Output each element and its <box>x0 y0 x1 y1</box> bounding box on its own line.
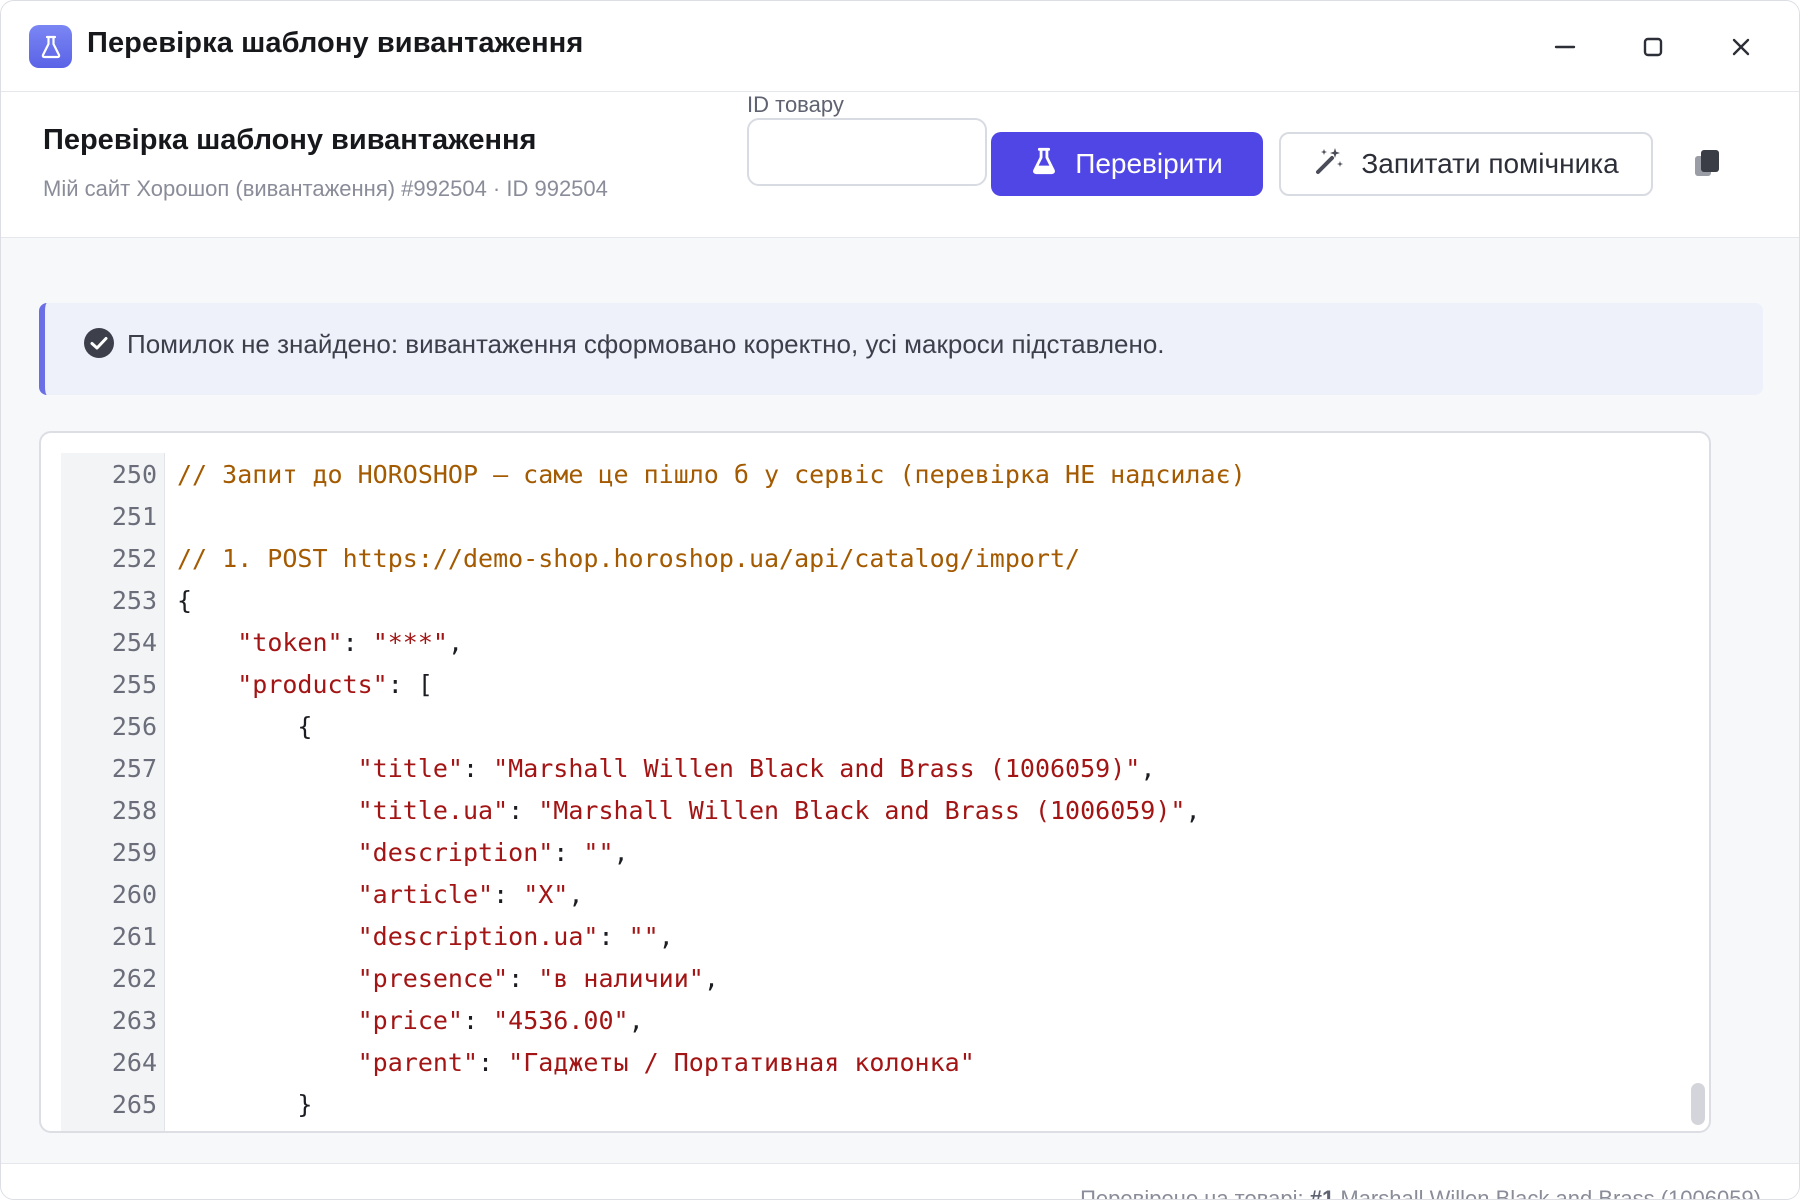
code-line: 259 "description": "", <box>61 831 1681 873</box>
code-text: "title.ua": "Marshall Willen Black and B… <box>357 795 1201 825</box>
code-line: 261 "description.ua": "", <box>61 915 1681 957</box>
line-number: 251 <box>111 501 157 531</box>
code-line: 257 "title": "Marshall Willen Black and … <box>61 747 1681 789</box>
code-text: { <box>177 585 193 615</box>
line-number: 260 <box>111 879 157 909</box>
code-lines: 250 // Запит до HOROSHOP — саме це пішло … <box>61 453 1681 1125</box>
close-icon[interactable] <box>1719 25 1763 69</box>
window-title: Перевірка шаблону вивантаження <box>87 27 584 59</box>
minimize-icon[interactable] <box>1543 25 1587 69</box>
line-number: 264 <box>111 1047 157 1077</box>
code-line: 260 "article": "X", <box>61 873 1681 915</box>
line-number: 253 <box>111 585 157 615</box>
code-line: 254 "token": "***", <box>61 621 1681 663</box>
ask-assistant-button[interactable]: Запитати помічника <box>1279 132 1653 196</box>
status-banner-text: Помилок не знайдено: вивантаження сформо… <box>127 329 1165 359</box>
code-text: "presence": "в наличии", <box>357 963 719 993</box>
footer-bar: Перевірено на товарі: #1 Marshall Willen… <box>1 1163 1799 1200</box>
title-bar: Перевірка шаблону вивантаження <box>1 1 1799 92</box>
header-panel: Перевірка шаблону вивантаження Мій сайт … <box>1 92 1799 238</box>
code-text: "description.ua": "", <box>357 921 674 951</box>
footer-product-index: #1 <box>1309 1186 1335 1200</box>
line-number: 256 <box>111 711 157 741</box>
status-banner: Помилок не знайдено: вивантаження сформо… <box>39 303 1763 395</box>
page-title: Перевірка шаблону вивантаження <box>43 124 537 156</box>
scrollbar-thumb[interactable] <box>1691 1083 1705 1125</box>
tested-on-product-text: Перевірено на товарі: #1 Marshall Willen… <box>1080 1186 1761 1200</box>
footer-prefix: Перевірено на товарі: <box>1080 1186 1310 1200</box>
product-id-input[interactable] <box>747 118 987 186</box>
page-subtitle: Мій сайт Хорошоп (вивантаження) #992504 … <box>43 176 608 201</box>
code-line: 252 // 1. POST https://demo-shop.horoshop… <box>61 537 1681 579</box>
code-line: 264 "parent": "Гаджеты / Портативная кол… <box>61 1041 1681 1083</box>
line-number: 250 <box>111 459 157 489</box>
magic-wand-icon <box>1313 145 1345 184</box>
copy-icon[interactable] <box>1689 144 1725 184</box>
check-button-label: Перевірити <box>1075 148 1223 179</box>
app-window: Перевірка шаблону вивантаження Перевірка… <box>0 0 1800 1200</box>
code-line: 262 "presence": "в наличии", <box>61 957 1681 999</box>
code-line: 263 "price": "4536.00", <box>61 999 1681 1041</box>
ask-assistant-label: Запитати помічника <box>1361 148 1619 179</box>
line-number: 259 <box>111 837 157 867</box>
maximize-icon[interactable] <box>1631 25 1675 69</box>
code-text: "description": "", <box>357 837 629 867</box>
flask-icon <box>1031 147 1057 182</box>
line-number: 261 <box>111 921 157 951</box>
check-button[interactable]: Перевірити <box>991 132 1263 196</box>
line-number: 254 <box>111 627 157 657</box>
code-line: 255 "products": [ <box>61 663 1681 705</box>
code-text: "products": [ <box>237 669 433 699</box>
product-id-label: ID товару <box>747 92 844 117</box>
code-line: 265 } <box>61 1083 1681 1125</box>
flask-icon <box>29 25 72 68</box>
code-text: "title": "Marshall Willen Black and Bras… <box>357 753 1156 783</box>
code-line: 256 { <box>61 705 1681 747</box>
code-text: "parent": "Гаджеты / Портативная колонка… <box>357 1047 975 1077</box>
code-line: 251 <box>61 495 1681 537</box>
code-line: 253 { <box>61 579 1681 621</box>
line-number: 265 <box>111 1089 157 1119</box>
code-text: } <box>177 1089 313 1119</box>
code-text: "price": "4536.00", <box>357 1005 644 1035</box>
line-number: 257 <box>111 753 157 783</box>
code-text: // 1. POST https://demo-shop.horoshop.ua… <box>177 543 1081 573</box>
code-viewer[interactable]: 250 // Запит до HOROSHOP — саме це пішло … <box>39 431 1711 1133</box>
code-text: // Запит до HOROSHOP — саме це пішло б у… <box>177 459 1246 489</box>
line-number: 255 <box>111 669 157 699</box>
code-line: 250 // Запит до HOROSHOP — саме це пішло … <box>61 453 1681 495</box>
code-line: 258 "title.ua": "Marshall Willen Black a… <box>61 789 1681 831</box>
line-number: 252 <box>111 543 157 573</box>
code-text: "article": "X", <box>357 879 584 909</box>
line-number: 262 <box>111 963 157 993</box>
code-text: "token": "***", <box>237 627 464 657</box>
line-number: 258 <box>111 795 157 825</box>
line-number: 263 <box>111 1005 157 1035</box>
check-circle-icon <box>83 327 115 359</box>
footer-product-name: Marshall Willen Black and Brass (1006059… <box>1334 1186 1761 1200</box>
code-text: { <box>177 711 313 741</box>
